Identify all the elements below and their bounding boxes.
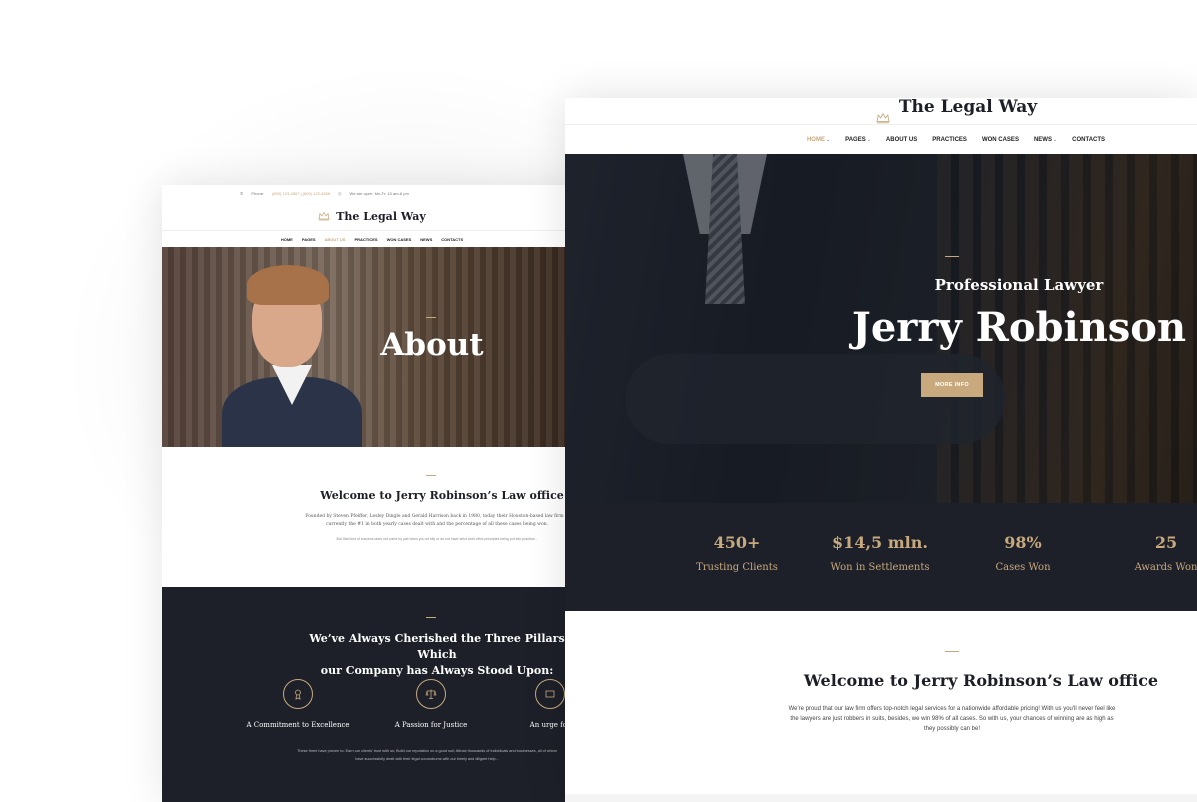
nav-news[interactable]: NEWS	[420, 237, 432, 242]
nav-home-label: HOME	[806, 136, 825, 143]
stat-value: 98%	[1004, 533, 1042, 552]
welcome-title: Welcome to Jerry Robinson’s Law office	[803, 671, 1159, 690]
nav-news-label: NEWS	[1033, 136, 1052, 143]
nav-won-cases[interactable]: WON CASES	[982, 137, 1019, 143]
pillar-item: A Passion for Justice	[371, 679, 491, 729]
stat-label: Won in Settlements	[830, 562, 930, 573]
welcome-subtext: But that kind of success does not come b…	[336, 537, 538, 541]
nav-about-us[interactable]: ABOUT US	[325, 237, 346, 242]
nav-about-us[interactable]: ABOUT US	[886, 137, 917, 143]
phone-label: Phone:	[251, 191, 265, 196]
about-page-preview: ✆ Phone: (800) 123-4567 | (800) 123-4566…	[162, 185, 582, 802]
logo-text: The Legal Way	[336, 209, 426, 223]
opening-hours: We are open: Mn-Fr: 10 am-8 pm	[349, 191, 409, 196]
clock-icon: ◷	[338, 191, 342, 196]
page-title: About	[380, 327, 484, 363]
home-page-preview: The Legal Way HOME⌄ PAGES⌄ ABOUT US PRAC…	[565, 98, 1197, 802]
pillar-label: A Commitment to Excellence	[246, 721, 350, 729]
nav-news[interactable]: NEWS⌄	[1034, 137, 1057, 143]
welcome-section: Welcome to Jerry Robinson’s Law office W…	[565, 611, 1197, 801]
stat-item: 25 Awards Won	[1096, 533, 1197, 573]
phone-icon: ✆	[240, 191, 244, 196]
pillars-title-line1: We’ve Always Cherished the Three Pillars…	[309, 632, 565, 661]
chevron-down-icon: ⌄	[825, 136, 831, 143]
stat-label: Trusting Clients	[696, 562, 778, 573]
pillar-label: A Passion for Justice	[394, 721, 468, 729]
crown-icon	[318, 211, 330, 221]
top-bar: ✆ Phone: (800) 123-4567 | (800) 123-4566…	[162, 185, 582, 202]
stats-section: 450+ Trusting Clients $14,5 mln. Won in …	[565, 503, 1197, 611]
award-icon	[283, 679, 313, 709]
next-section-edge	[565, 794, 1197, 802]
hero-subtitle: Professional Lawyer	[934, 276, 1104, 294]
nav-pages-label: PAGES	[845, 136, 866, 143]
accent-divider	[945, 256, 959, 257]
welcome-section: Welcome to Jerry Robinson’s Law office F…	[162, 447, 582, 587]
nav-practices[interactable]: PRACTICES	[932, 137, 967, 143]
pillars-title-line2: our Company has Always Stood Upon:	[320, 664, 554, 677]
stat-item: 98% Cases Won	[953, 533, 1093, 573]
stat-value: 450+	[713, 533, 761, 552]
hero-title: Jerry Robinson	[851, 304, 1187, 351]
pillars-title: We’ve Always Cherished the Three Pillars…	[292, 631, 582, 679]
welcome-title: Welcome to Jerry Robinson’s Law office	[320, 489, 564, 502]
stat-value: 25	[1154, 533, 1178, 552]
nav-home[interactable]: HOME⌄	[807, 137, 830, 143]
about-hero: About	[162, 247, 582, 447]
stat-label: Cases Won	[995, 562, 1051, 573]
accent-divider	[426, 475, 436, 476]
stat-label: Awards Won	[1134, 562, 1197, 573]
logo-text: The Legal Way	[898, 98, 1038, 117]
crown-icon	[876, 112, 890, 124]
stat-item: $14,5 mln. Won in Settlements	[810, 533, 950, 573]
main-nav: HOME PAGES ABOUT US PRACTICES WON CASES …	[162, 230, 582, 247]
welcome-text: We're proud that our law firm offers top…	[788, 706, 1116, 732]
pillar-icon	[535, 679, 565, 709]
nav-pages[interactable]: PAGES	[302, 237, 316, 242]
chevron-down-icon: ⌄	[866, 136, 871, 143]
pillars-text: These three have proven to: Earn our cli…	[272, 747, 582, 763]
nav-contacts[interactable]: CONTACTS	[441, 237, 463, 242]
accent-divider	[426, 317, 436, 318]
nav-won-cases[interactable]: WON CASES	[387, 237, 412, 242]
nav-home[interactable]: HOME	[281, 237, 293, 242]
site-logo[interactable]: The Legal Way	[162, 202, 582, 230]
pillars-text-line1: These three have proven to: Earn our cli…	[297, 749, 557, 753]
welcome-text: Founded by Steven Pfeiffer, Lesley Dingl…	[305, 514, 569, 527]
stat-value: $14,5 mln.	[832, 533, 928, 552]
accent-divider	[426, 617, 436, 618]
chevron-down-icon: ⌄	[1052, 136, 1058, 143]
accent-divider	[945, 651, 959, 652]
stat-item: 450+ Trusting Clients	[667, 533, 807, 573]
pillars-section: We’ve Always Cherished the Three Pillars…	[162, 587, 582, 802]
nav-practices[interactable]: PRACTICES	[354, 237, 377, 242]
nav-pages[interactable]: PAGES⌄	[845, 137, 871, 143]
site-logo[interactable]: The Legal Way	[565, 98, 1197, 124]
phone-number[interactable]: (800) 123-4567 | (800) 123-4566	[272, 191, 330, 196]
main-nav: HOME⌄ PAGES⌄ ABOUT US PRACTICES WON CASE…	[565, 124, 1197, 154]
scales-icon	[416, 679, 446, 709]
home-hero: Professional Lawyer Jerry Robinson MORE …	[565, 154, 1197, 503]
more-info-button[interactable]: MORE INFO	[921, 373, 983, 397]
pillars-text-line2: have successfully dealt with their legal…	[355, 757, 499, 761]
nav-contacts[interactable]: CONTACTS	[1072, 137, 1105, 143]
pillar-item: A Commitment to Excellence	[238, 679, 358, 729]
